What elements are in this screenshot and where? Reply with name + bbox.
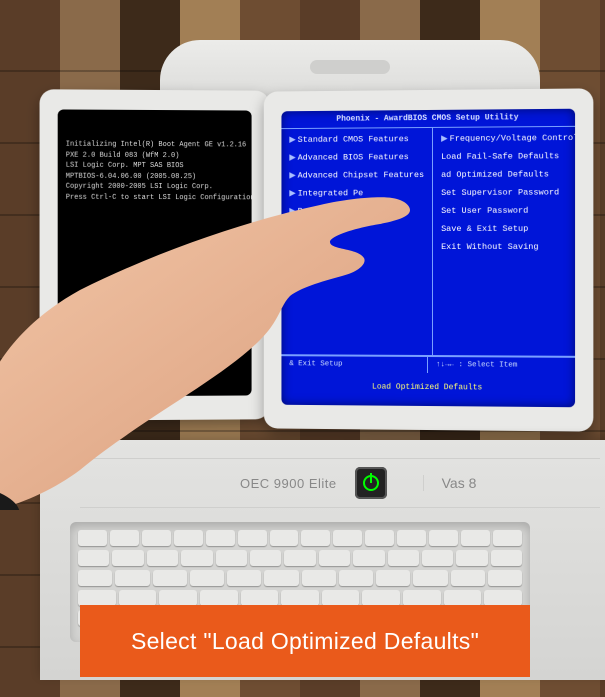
menu-exit-no-save[interactable]: Exit Without Saving	[441, 242, 575, 252]
help-right: ↑↓→← : Select Item	[427, 357, 575, 374]
boot-line: MPTBIOS-6.04.06.00 (2005.08.25)	[66, 171, 244, 182]
menu-load-failsafe[interactable]: Load Fail-Safe Defaults	[441, 151, 575, 162]
power-button[interactable]	[355, 467, 387, 499]
boot-line: Initializing Intel(R) Boot Agent GE v1.2…	[66, 140, 244, 151]
bios-description: Load Optimized Defaults	[281, 372, 575, 407]
menu-frequency-voltage[interactable]: ▶Frequency/Voltage Control	[441, 133, 575, 144]
menu-user-password[interactable]: Set User Password	[441, 206, 575, 216]
boot-line: PXE 2.0 Build 083 (WfM 2.0)	[66, 150, 244, 161]
bios-screen[interactable]: Phoenix - AwardBIOS CMOS Setup Utility ▶…	[281, 109, 575, 408]
menu-advanced-bios[interactable]: ▶Advanced BIOS Features	[289, 152, 424, 163]
left-monitor: Initializing Intel(R) Boot Agent GE v1.2…	[40, 89, 270, 420]
boot-screen: Initializing Intel(R) Boot Agent GE v1.2…	[58, 109, 252, 396]
menu-advanced-chipset[interactable]: ▶Advanced Chipset Features	[289, 170, 424, 181]
menu-supervisor-password[interactable]: Set Supervisor Password	[441, 187, 575, 198]
help-left: & Exit Setup	[281, 356, 427, 373]
control-strip: OEC 9900 Elite Vas 8	[80, 458, 600, 508]
model-label: OEC 9900 Elite	[80, 476, 337, 491]
menu-integrated-peripherals[interactable]: ▶Integrated Pe	[289, 188, 424, 198]
power-icon	[363, 475, 379, 491]
instruction-caption: Select "Load Optimized Defaults"	[80, 605, 530, 677]
monitor-row: Initializing Intel(R) Boot Agent GE v1.2…	[40, 90, 605, 450]
caption-text: Select "Load Optimized Defaults"	[131, 628, 479, 655]
boot-line: Press Ctrl-C to start LSI Logic Configur…	[66, 192, 244, 203]
menu-save-exit[interactable]: Save & Exit Setup	[441, 224, 575, 234]
boot-line: Copyright 2000-2005 LSI Logic Corp.	[66, 182, 244, 193]
right-monitor: Phoenix - AwardBIOS CMOS Setup Utility ▶…	[264, 88, 594, 431]
bios-help-bar: & Exit Setup ↑↓→← : Select Item	[281, 355, 575, 374]
menu-load-optimized-defaults[interactable]: ad Optimized Defaults	[441, 169, 575, 180]
menu-power-management[interactable]: ▶Po	[289, 206, 424, 216]
menu-standard-cmos[interactable]: ▶Standard CMOS Features	[289, 134, 424, 145]
bios-left-column: ▶Standard CMOS Features ▶Advanced BIOS F…	[281, 128, 433, 355]
bios-right-column: ▶Frequency/Voltage Control Load Fail-Saf…	[433, 127, 575, 356]
bios-menu-body: ▶Standard CMOS Features ▶Advanced BIOS F…	[281, 126, 575, 357]
vas-label: Vas 8	[423, 475, 477, 491]
medical-workstation: Initializing Intel(R) Boot Agent GE v1.2…	[60, 40, 605, 640]
boot-line: LSI Logic Corp. MPT SAS BIOS	[66, 161, 244, 172]
